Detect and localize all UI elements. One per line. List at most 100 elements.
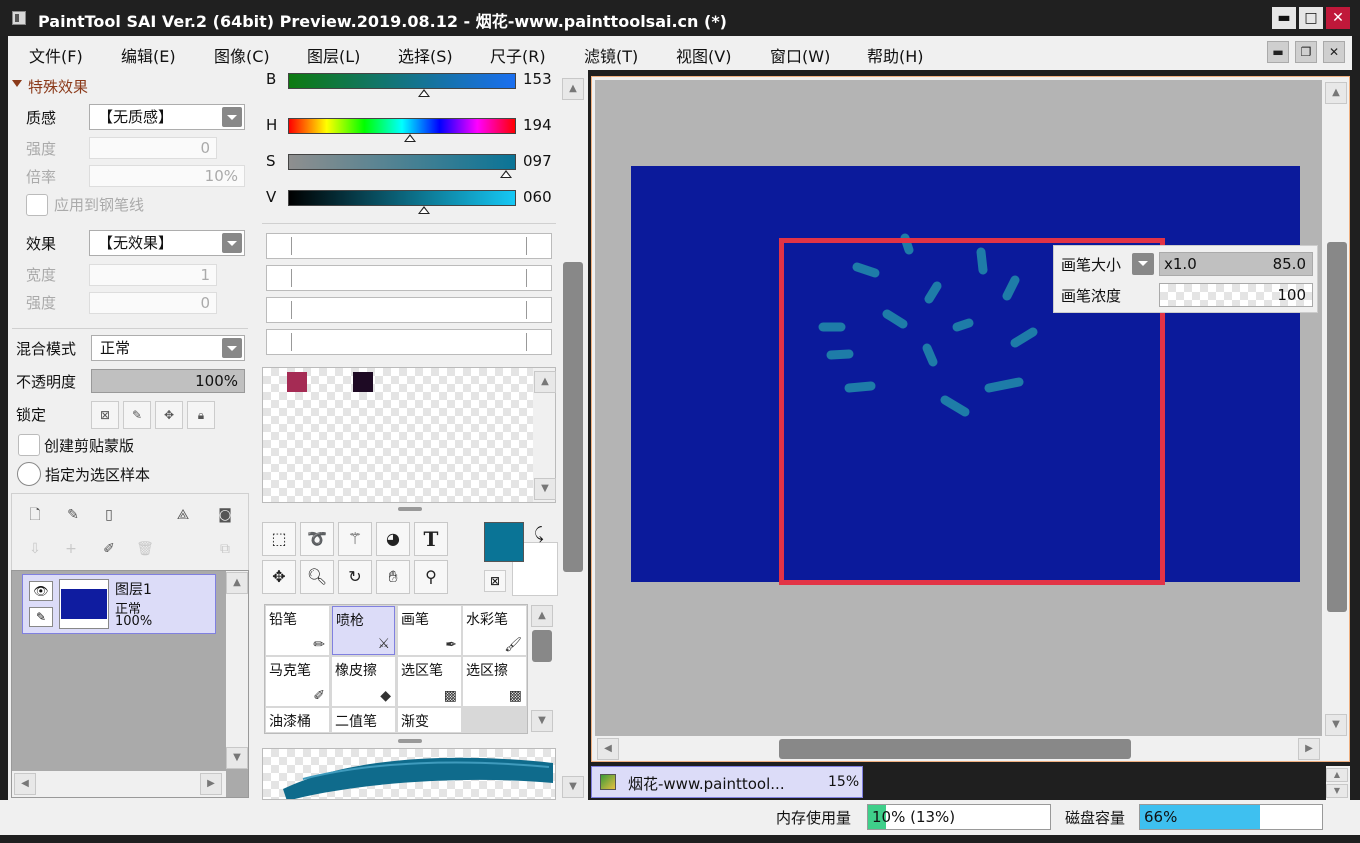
slider-handle-icon[interactable] <box>418 206 430 214</box>
minimize-button[interactable]: ▬ <box>1272 7 1296 29</box>
brush-binary[interactable]: 二值笔 <box>332 708 395 732</box>
swatch-1[interactable] <box>287 372 307 392</box>
custom-slider-2[interactable] <box>266 265 552 291</box>
canvas-viewport[interactable] <box>595 80 1322 736</box>
blend-mode-dropdown[interactable]: 正常 <box>91 335 245 361</box>
mid-panel-scrollbar[interactable]: ▲ ▼ <box>561 74 585 800</box>
custom-slider-4[interactable] <box>266 329 552 355</box>
foreground-color-swatch[interactable] <box>484 522 524 562</box>
new-layer-icon[interactable]: 🗋 <box>24 504 46 526</box>
slider-handle-icon[interactable] <box>500 170 512 178</box>
text-tool-icon[interactable]: T <box>414 522 448 556</box>
menu-filter[interactable]: 滤镜(T) <box>584 43 638 67</box>
brush-size-slider[interactable]: x1.0 85.0 <box>1159 252 1313 276</box>
menu-select[interactable]: 选择(S) <box>398 43 453 67</box>
scroll-down-icon[interactable]: ▼ <box>226 747 248 769</box>
shape-icon[interactable]: ◕ <box>376 522 410 556</box>
scroll-left-icon[interactable]: ◀ <box>597 738 619 760</box>
menu-window[interactable]: 窗口(W) <box>770 43 830 67</box>
eye-icon[interactable]: 👁︎ <box>29 581 53 601</box>
lock-move-icon[interactable]: ✥ <box>155 401 183 429</box>
document-canvas[interactable] <box>631 166 1300 585</box>
scroll-up-icon[interactable]: ▲ <box>226 572 248 594</box>
mdi-close-button[interactable]: ✕ <box>1323 41 1345 63</box>
brush-gradient[interactable]: 渐变 <box>398 708 461 732</box>
custom-slider-3[interactable] <box>266 297 552 323</box>
h-slider[interactable] <box>288 118 516 134</box>
close-button[interactable]: ✕ <box>1326 7 1350 29</box>
splitter-handle[interactable] <box>398 507 422 511</box>
swatch-scrollbar[interactable]: ▲ ▼ <box>533 368 556 502</box>
collapse-icon[interactable] <box>12 80 22 87</box>
move-icon[interactable]: ✥ <box>262 560 296 594</box>
scroll-right-icon[interactable]: ▶ <box>1298 738 1320 760</box>
scroll-down-icon[interactable]: ▼ <box>534 478 556 500</box>
brush-select-pen[interactable]: 选区笔 ▩ <box>398 657 461 706</box>
menu-layer[interactable]: 图层(L) <box>307 43 360 67</box>
brush-watercolor[interactable]: 水彩笔 🖌︎ <box>463 606 526 655</box>
brush-grid-scrollbar[interactable]: ▲ ▼ <box>530 604 554 734</box>
scroll-thumb[interactable] <box>779 739 1131 759</box>
scroll-left-icon[interactable]: ◀ <box>14 773 36 795</box>
brush-density-slider[interactable]: 100 <box>1159 283 1313 307</box>
menu-file[interactable]: 文件(F) <box>29 43 83 67</box>
delete-layer-icon[interactable]: 🗑︎ <box>134 538 156 560</box>
slider-handle-icon[interactable] <box>404 134 416 142</box>
custom-slider-1[interactable] <box>266 233 552 259</box>
scroll-up-icon[interactable]: ▲ <box>562 78 584 100</box>
mdi-restore-button[interactable]: ❐ <box>1295 41 1317 63</box>
strength-field[interactable]: 0 <box>89 137 217 159</box>
splitter-handle[interactable] <box>398 739 422 743</box>
document-tab[interactable]: 烟花-www.painttool... 15% <box>591 766 863 798</box>
menu-view[interactable]: 视图(V) <box>676 43 731 67</box>
strength2-field[interactable]: 0 <box>89 292 217 314</box>
pencil-icon[interactable]: ✎ <box>29 607 53 627</box>
lasso-icon[interactable]: ➰ <box>300 522 334 556</box>
lock-all-icon[interactable]: 🔒︎ <box>187 401 215 429</box>
brush-select-eraser[interactable]: 选区擦 ▩ <box>463 657 526 706</box>
effect-dropdown[interactable]: 【无效果】 <box>89 230 245 256</box>
scroll-down-icon[interactable]: ▼ <box>531 710 553 732</box>
swatch-2[interactable] <box>353 372 373 392</box>
magic-wand-icon[interactable]: ⚚ <box>338 522 372 556</box>
texture-dropdown[interactable]: 【无质感】 <box>89 104 245 130</box>
opacity-slider[interactable]: 100% <box>91 369 245 393</box>
slider-handle-icon[interactable] <box>418 89 430 97</box>
menu-help[interactable]: 帮助(H) <box>867 43 924 67</box>
add-icon[interactable]: + <box>60 538 82 560</box>
maximize-button[interactable]: □ <box>1299 7 1323 29</box>
eyedropper-icon[interactable]: ⚲ <box>414 560 448 594</box>
brush-eraser[interactable]: 橡皮擦 ◆ <box>332 657 395 706</box>
menu-ruler[interactable]: 尺子(R) <box>490 43 546 67</box>
brush-pencil[interactable]: 铅笔 ✏︎ <box>266 606 329 655</box>
lock-transparency-icon[interactable]: ⊠ <box>91 401 119 429</box>
transparent-color-icon[interactable]: ⊠ <box>484 570 506 592</box>
brush-bucket[interactable]: 油漆桶 <box>266 708 329 732</box>
lock-paint-icon[interactable]: ✎ <box>123 401 151 429</box>
clear-layer-icon[interactable]: ✐ <box>98 538 120 560</box>
brush-marker[interactable]: 马克笔 ✐ <box>266 657 329 706</box>
merge-down-icon[interactable]: ⇩ <box>24 538 46 560</box>
rect-select-icon[interactable]: ⬚ <box>262 522 296 556</box>
selection-sample-radio[interactable] <box>17 462 41 486</box>
scroll-up-icon[interactable]: ▲ <box>531 605 553 627</box>
scroll-down-icon[interactable]: ▼ <box>562 776 584 798</box>
scroll-down-icon[interactable]: ▼ <box>1326 784 1348 798</box>
scroll-thumb[interactable] <box>532 630 552 662</box>
tab-scroller[interactable]: ▲ ▼ <box>1326 766 1350 800</box>
b-slider[interactable] <box>288 73 516 89</box>
scroll-right-icon[interactable]: ▶ <box>200 773 222 795</box>
scroll-thumb[interactable] <box>563 262 583 572</box>
clip-mask-checkbox[interactable] <box>18 434 40 456</box>
layer-effect-icon[interactable]: ⟁ <box>172 504 194 526</box>
mdi-minimize-button[interactable]: ▬ <box>1267 41 1289 63</box>
scroll-thumb[interactable] <box>1327 242 1347 612</box>
zoom-icon[interactable]: 🔍︎ <box>300 560 334 594</box>
s-slider[interactable] <box>288 154 516 170</box>
brush-brush[interactable]: 画笔 ✒︎ <box>398 606 461 655</box>
brush-airbrush[interactable]: 喷枪 ⚔︎ <box>332 606 395 655</box>
apply-pen-checkbox[interactable] <box>26 194 48 216</box>
menu-image[interactable]: 图像(C) <box>214 43 270 67</box>
new-vector-layer-icon[interactable]: ✎ <box>62 504 84 526</box>
scroll-up-icon[interactable]: ▲ <box>1325 82 1347 104</box>
